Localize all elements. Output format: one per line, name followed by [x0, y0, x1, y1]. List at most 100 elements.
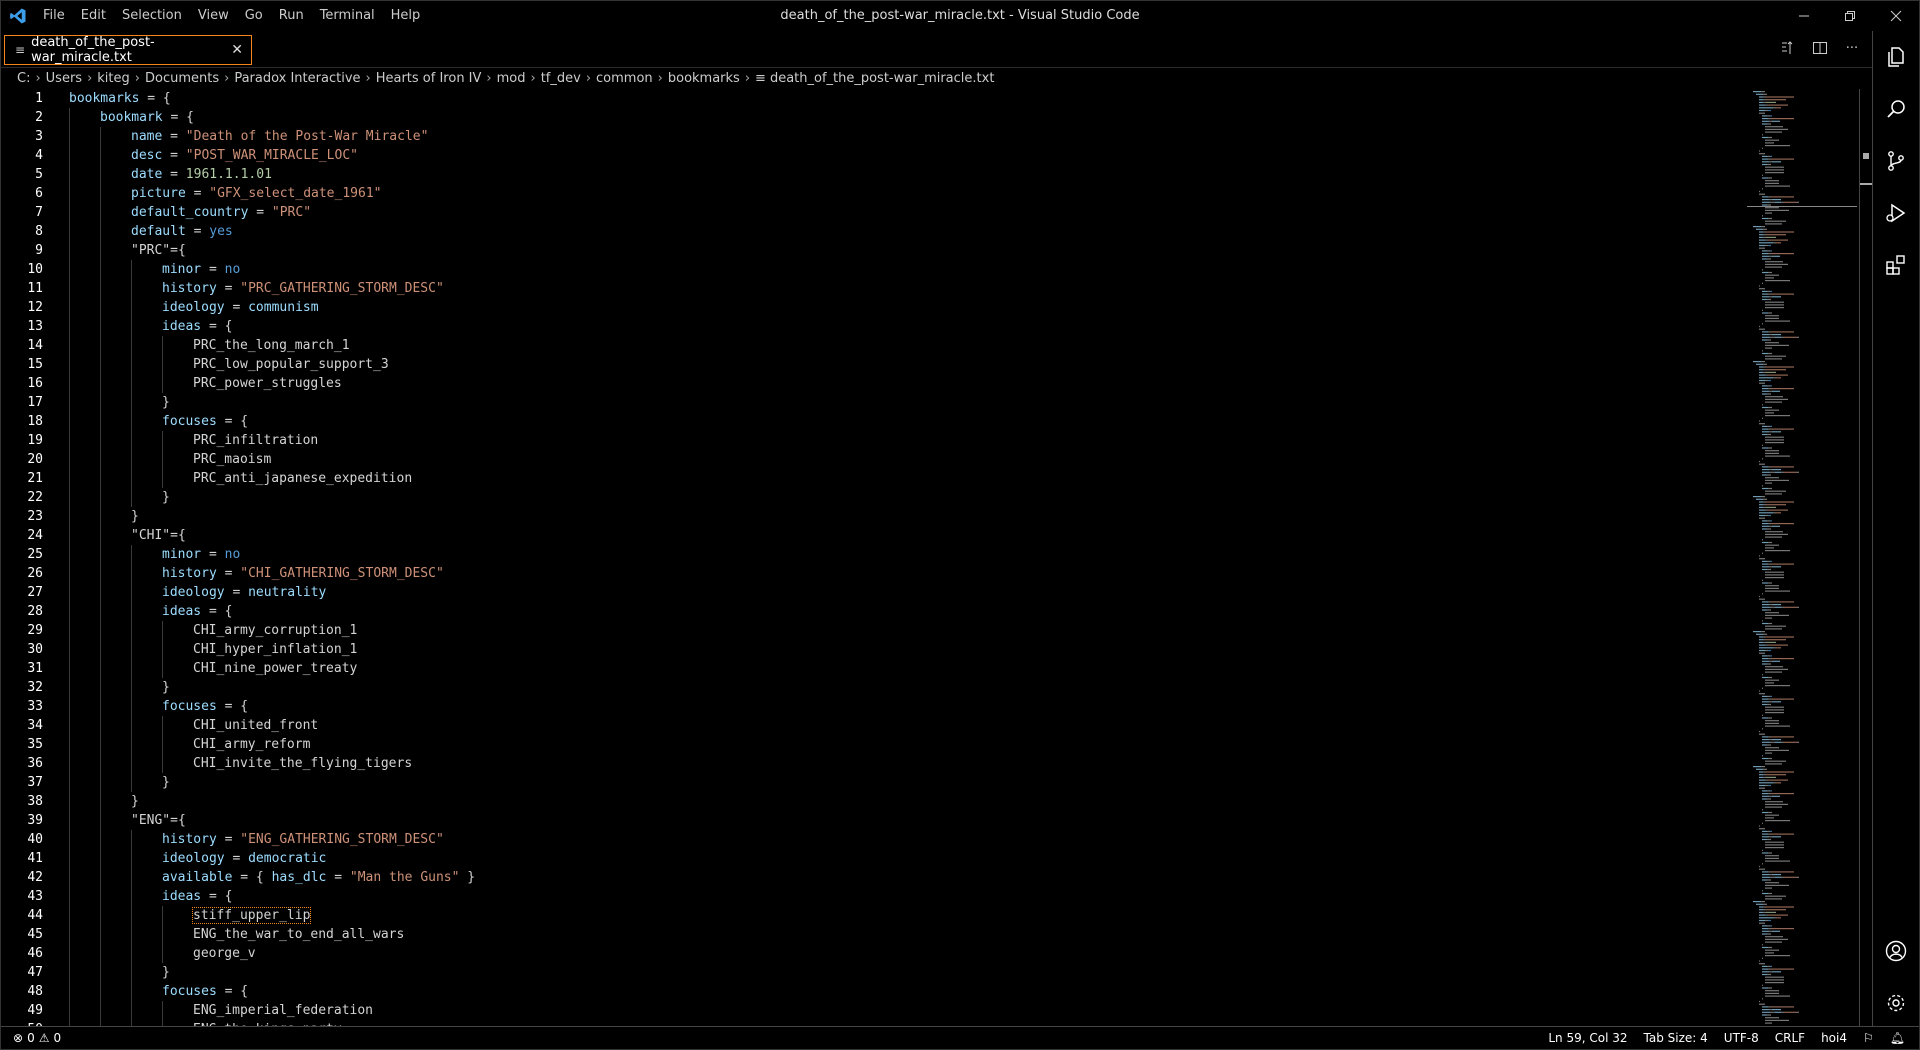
code-line[interactable]: 13 ideas = { — [1, 317, 1746, 336]
source-control-icon[interactable] — [1873, 135, 1919, 187]
menu-selection[interactable]: Selection — [114, 1, 190, 31]
breadcrumb-item[interactable]: mod — [497, 71, 526, 86]
code-line[interactable]: 38} — [1, 792, 1746, 811]
code-line[interactable]: 11 history = "PRC_GATHERING_STORM_DESC" — [1, 279, 1746, 298]
code-line[interactable]: 33 focuses = { — [1, 697, 1746, 716]
restore-button[interactable] — [1827, 1, 1873, 31]
indent-guide — [131, 735, 132, 754]
open-changes-icon[interactable] — [1777, 37, 1799, 59]
minimize-button[interactable] — [1781, 1, 1827, 31]
menu-run[interactable]: Run — [271, 1, 312, 31]
code-line[interactable]: 21 PRC_anti_japanese_expedition — [1, 469, 1746, 488]
code-line[interactable]: 5 date = 1961.1.1.01 — [1, 165, 1746, 184]
code-line[interactable]: 1 bookmarks = { — [1, 89, 1746, 108]
extensions-icon[interactable] — [1873, 239, 1919, 291]
code-line[interactable]: 6 picture = "GFX_select_date_1961" — [1, 184, 1746, 203]
code-line[interactable]: 12 ideology = communism — [1, 298, 1746, 317]
cursor-position[interactable]: Ln 59, Col 32 — [1548, 1031, 1627, 1045]
code-line[interactable]: 3 name = "Death of the Post-War Miracle" — [1, 127, 1746, 146]
code-line[interactable]: 48 focuses = { — [1, 982, 1746, 1001]
code-line[interactable]: 37} — [1, 773, 1746, 792]
code-line[interactable]: 39 "ENG"={ — [1, 811, 1746, 830]
menu-help[interactable]: Help — [383, 1, 429, 31]
menu-go[interactable]: Go — [237, 1, 271, 31]
code-line[interactable]: 43 ideas = { — [1, 887, 1746, 906]
menu-file[interactable]: File — [35, 1, 73, 31]
split-editor-icon[interactable] — [1809, 37, 1831, 59]
language-mode[interactable]: hoi4 — [1821, 1031, 1847, 1045]
code-line[interactable]: 2 bookmark = { — [1, 108, 1746, 127]
code-line[interactable]: 9 "PRC"={ — [1, 241, 1746, 260]
code-line[interactable]: 14 PRC_the_long_march_1 — [1, 336, 1746, 355]
code-line[interactable]: 10 minor = no — [1, 260, 1746, 279]
code-line[interactable]: 8 default = yes — [1, 222, 1746, 241]
code-line[interactable]: 35 CHI_army_reform — [1, 735, 1746, 754]
code-line[interactable]: 30 CHI_hyper_inflation_1 — [1, 640, 1746, 659]
minimap-mark — [1768, 509, 1788, 511]
code-line[interactable]: 34 CHI_united_front — [1, 716, 1746, 735]
problems-indicator[interactable]: ⊗ 0 ⚠ 0 — [1, 1031, 61, 1045]
minimap-viewport[interactable] — [1747, 89, 1857, 207]
code-line[interactable]: 7 default_country = "PRC" — [1, 203, 1746, 222]
menu-terminal[interactable]: Terminal — [312, 1, 383, 31]
code-line[interactable]: 27 ideology = neutrality — [1, 583, 1746, 602]
line-ending[interactable]: CRLF — [1775, 1031, 1805, 1045]
breadcrumb-item[interactable]: Paradox Interactive — [234, 71, 360, 86]
notifications-bell-icon[interactable]: 🔔︎ — [1890, 1031, 1905, 1045]
code-line[interactable]: 26 history = "CHI_GATHERING_STORM_DESC" — [1, 564, 1746, 583]
settings-gear-icon[interactable] — [1873, 977, 1919, 1029]
indent-guide — [100, 735, 101, 754]
code-line[interactable]: 15 PRC_low_popular_support_3 — [1, 355, 1746, 374]
code-line[interactable]: 4 desc = "POST_WAR_MIRACLE_LOC" — [1, 146, 1746, 165]
code-line[interactable]: 20 PRC_maoism — [1, 450, 1746, 469]
tab-close-icon[interactable]: ✕ — [231, 42, 243, 58]
tab-size[interactable]: Tab Size: 4 — [1644, 1031, 1708, 1045]
code-line[interactable]: 44 stiff_upper_lip — [1, 906, 1746, 925]
code-line[interactable]: 49 ENG_imperial_federation — [1, 1001, 1746, 1020]
breadcrumb-file[interactable]: death_of_the_post-war_miracle.txt — [770, 71, 995, 86]
explorer-icon[interactable] — [1873, 31, 1919, 83]
code-line[interactable]: 17} — [1, 393, 1746, 412]
minimap-mark — [1762, 541, 1768, 544]
code-line[interactable]: 19 PRC_infiltration — [1, 431, 1746, 450]
breadcrumb-item[interactable]: bookmarks — [668, 71, 740, 86]
code-line[interactable]: 22} — [1, 488, 1746, 507]
code-line[interactable]: 41 ideology = democratic — [1, 849, 1746, 868]
code-line[interactable]: 25 minor = no — [1, 545, 1746, 564]
code-line[interactable]: 31 CHI_nine_power_treaty — [1, 659, 1746, 678]
code-line[interactable]: 29 CHI_army_corruption_1 — [1, 621, 1746, 640]
minimap[interactable] — [1747, 89, 1857, 1029]
breadcrumb-item[interactable]: kiteg — [97, 71, 130, 86]
encoding[interactable]: UTF-8 — [1724, 1031, 1759, 1045]
code-line[interactable]: 36 CHI_invite_the_flying_tigers — [1, 754, 1746, 773]
code-line[interactable]: 32} — [1, 678, 1746, 697]
editor-tab[interactable]: ≡ death_of_the_post-war_miracle.txt ✕ — [4, 35, 252, 65]
menu-view[interactable]: View — [190, 1, 237, 31]
code-line[interactable]: 23} — [1, 507, 1746, 526]
run-debug-icon[interactable] — [1873, 187, 1919, 239]
minimap-mark — [1768, 379, 1771, 382]
code-line[interactable]: 45 ENG_the_war_to_end_all_wars — [1, 925, 1746, 944]
code-line[interactable]: 42 available = { has_dlc = "Man the Guns"… — [1, 868, 1746, 887]
close-button[interactable] — [1873, 1, 1919, 31]
feedback-icon[interactable]: ⚐ — [1863, 1031, 1874, 1045]
code-line[interactable]: 46 george_v — [1, 944, 1746, 963]
accounts-icon[interactable] — [1873, 925, 1919, 977]
code-line[interactable]: 16 PRC_power_struggles — [1, 374, 1746, 393]
code-line[interactable]: 28 ideas = { — [1, 602, 1746, 621]
breadcrumb-item[interactable]: Users — [46, 71, 82, 86]
code-line[interactable]: 40 history = "ENG_GATHERING_STORM_DESC" — [1, 830, 1746, 849]
minimap-mark — [1765, 482, 1772, 484]
breadcrumb-item[interactable]: C: — [17, 71, 30, 86]
more-actions-icon[interactable]: ··· — [1841, 37, 1863, 59]
breadcrumb-item[interactable]: Hearts of Iron IV — [376, 71, 482, 86]
menu-edit[interactable]: Edit — [73, 1, 114, 31]
breadcrumb-item[interactable]: tf_dev — [541, 71, 581, 86]
code-line[interactable]: 47} — [1, 963, 1746, 982]
breadcrumb-item[interactable]: Documents — [145, 71, 219, 86]
search-icon[interactable] — [1873, 83, 1919, 135]
code-line[interactable]: 24 "CHI"={ — [1, 526, 1746, 545]
code-line[interactable]: 18 focuses = { — [1, 412, 1746, 431]
code-editor[interactable]: 1 bookmarks = {2 bookmark = {3 name = "Deat… — [1, 89, 1746, 1029]
breadcrumb-item[interactable]: common — [596, 71, 653, 86]
